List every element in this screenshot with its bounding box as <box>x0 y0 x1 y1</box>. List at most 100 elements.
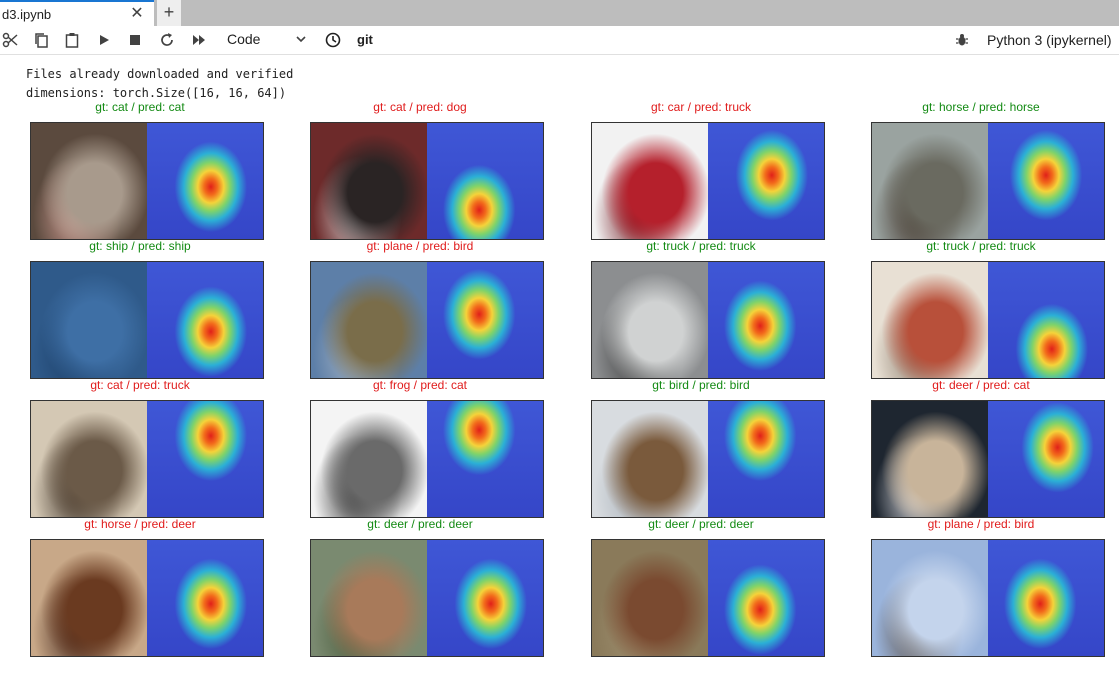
tab-bar: d3.ipynb ✕ + <box>0 0 1119 26</box>
panel-title: gt: deer / pred: cat <box>932 378 1030 392</box>
panel-title: gt: plane / pred: bird <box>366 239 474 253</box>
panel-images <box>871 261 1105 379</box>
panel-images <box>310 539 544 657</box>
gradcam-heatmap <box>147 401 263 517</box>
panel-title: gt: deer / pred: deer <box>648 517 754 531</box>
run-icon[interactable] <box>94 30 114 50</box>
input-image <box>872 540 988 656</box>
prediction-panel: gt: horse / pred: horse <box>841 100 1119 240</box>
panel-images <box>30 539 264 657</box>
panel-title: gt: cat / pred: truck <box>90 378 190 392</box>
panel-title: gt: ship / pred: ship <box>89 239 191 253</box>
gradcam-heatmap <box>708 123 824 239</box>
gradcam-heatmap <box>988 540 1104 656</box>
panel-title: gt: truck / pred: truck <box>646 239 756 253</box>
cut-icon[interactable] <box>0 30 20 50</box>
kernel-status[interactable]: Python 3 (ipykernel) <box>987 32 1112 48</box>
fast-forward-icon[interactable] <box>189 30 209 50</box>
panel-images <box>30 122 264 240</box>
panel-title: gt: plane / pred: bird <box>927 517 1035 531</box>
prediction-panel: gt: car / pred: truck <box>561 100 841 240</box>
gradcam-heatmap <box>988 123 1104 239</box>
prediction-panel: gt: plane / pred: bird <box>841 517 1119 657</box>
notebook-tab[interactable]: d3.ipynb ✕ <box>0 0 154 26</box>
panel-images <box>30 261 264 379</box>
cell-type-value: Code <box>227 31 261 47</box>
gradcam-heatmap <box>427 262 543 378</box>
input-image <box>311 540 427 656</box>
input-image <box>872 123 988 239</box>
gradcam-heatmap <box>988 401 1104 517</box>
prediction-panel: gt: truck / pred: truck <box>561 239 841 379</box>
panel-images <box>310 261 544 379</box>
panel-title: gt: car / pred: truck <box>650 100 752 114</box>
input-image <box>592 401 708 517</box>
input-image <box>31 262 147 378</box>
input-image <box>311 123 427 239</box>
prediction-panel: gt: horse / pred: deer <box>0 517 280 657</box>
prediction-panel: gt: cat / pred: cat <box>0 100 280 240</box>
prediction-panel: gt: ship / pred: ship <box>0 239 280 379</box>
chevron-down-icon <box>295 32 307 48</box>
prediction-panel: gt: deer / pred: cat <box>841 378 1119 518</box>
panel-title: gt: horse / pred: deer <box>84 517 196 531</box>
prediction-panel: gt: cat / pred: dog <box>280 100 560 240</box>
panel-title: gt: horse / pred: horse <box>922 100 1040 114</box>
input-image <box>311 262 427 378</box>
new-tab-button[interactable]: + <box>157 0 181 26</box>
gradcam-heatmap <box>708 401 824 517</box>
panel-images <box>591 400 825 518</box>
panel-images <box>591 539 825 657</box>
gradcam-heatmap <box>427 401 543 517</box>
output-line: Files already downloaded and verified <box>26 67 294 81</box>
copy-icon[interactable] <box>31 30 51 50</box>
panel-title: gt: deer / pred: deer <box>367 517 473 531</box>
notebook-toolbar: Code git Python 3 (ipykernel) <box>0 26 1119 55</box>
input-image <box>872 401 988 517</box>
panel-images <box>871 539 1105 657</box>
debug-bug-icon[interactable] <box>952 30 972 50</box>
input-image <box>592 540 708 656</box>
git-button[interactable]: git <box>357 32 373 47</box>
gradcam-heatmap <box>147 262 263 378</box>
gradcam-heatmap <box>708 262 824 378</box>
gradcam-heatmap <box>147 540 263 656</box>
input-image <box>592 262 708 378</box>
paste-icon[interactable] <box>62 30 82 50</box>
prediction-panel: gt: truck / pred: truck <box>841 239 1119 379</box>
panel-images <box>310 122 544 240</box>
panel-title: gt: cat / pred: dog <box>373 100 467 114</box>
prediction-panel: gt: deer / pred: deer <box>561 517 841 657</box>
cell-type-select[interactable]: Code <box>227 31 311 51</box>
prediction-panel: gt: bird / pred: bird <box>561 378 841 518</box>
gradcam-heatmap <box>988 262 1104 378</box>
prediction-panel: gt: cat / pred: truck <box>0 378 280 518</box>
restart-icon[interactable] <box>157 30 177 50</box>
cell-output-text: Files already downloaded and verified di… <box>26 65 293 103</box>
stop-icon[interactable] <box>125 30 145 50</box>
input-image <box>31 401 147 517</box>
gradcam-figure: gt: cat / pred: cat gt: cat / pred: dog gt… <box>0 100 1119 670</box>
panel-title: gt: bird / pred: bird <box>652 378 750 392</box>
panel-images <box>871 400 1105 518</box>
clock-icon[interactable] <box>323 30 343 50</box>
panel-images <box>30 400 264 518</box>
close-icon[interactable]: ✕ <box>128 5 146 23</box>
prediction-panel: gt: plane / pred: bird <box>280 239 560 379</box>
panel-title: gt: cat / pred: cat <box>95 100 185 114</box>
input-image <box>592 123 708 239</box>
panel-images <box>591 261 825 379</box>
panel-title: gt: truck / pred: truck <box>926 239 1036 253</box>
prediction-panel: gt: frog / pred: cat <box>280 378 560 518</box>
input-image <box>31 540 147 656</box>
output-line: dimensions: torch.Size([16, 16, 64]) <box>26 86 287 100</box>
prediction-panel: gt: deer / pred: deer <box>280 517 560 657</box>
notebook-tab-label: d3.ipynb <box>2 6 52 22</box>
gradcam-heatmap <box>427 123 543 239</box>
input-image <box>31 123 147 239</box>
panel-images <box>871 122 1105 240</box>
input-image <box>311 401 427 517</box>
panel-images <box>591 122 825 240</box>
gradcam-heatmap <box>427 540 543 656</box>
gradcam-heatmap <box>708 540 824 656</box>
